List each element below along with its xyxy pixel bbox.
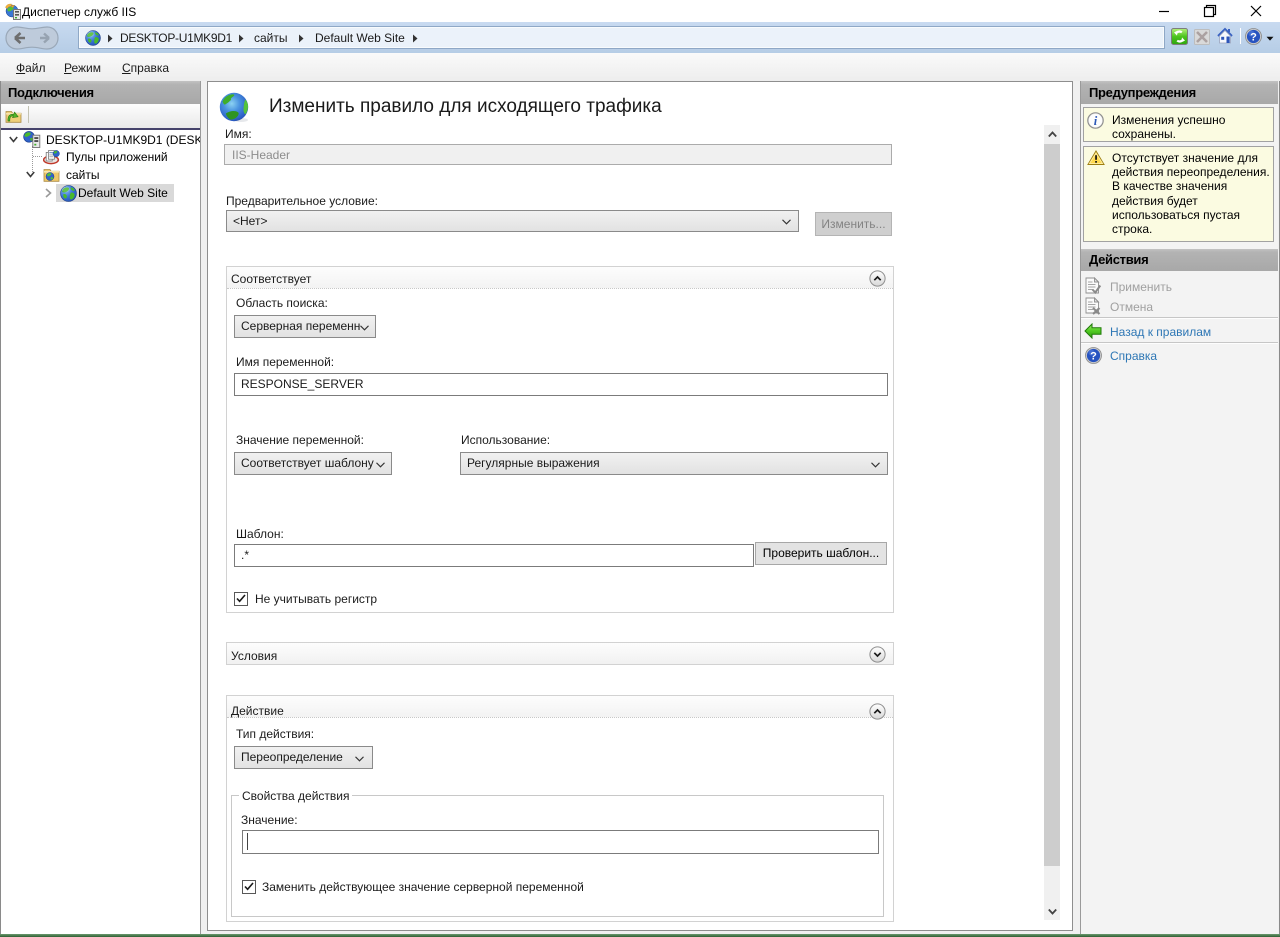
svg-text:i: i [1094, 114, 1098, 128]
svg-text:?: ? [1090, 351, 1097, 363]
svg-text:?: ? [1250, 32, 1257, 44]
